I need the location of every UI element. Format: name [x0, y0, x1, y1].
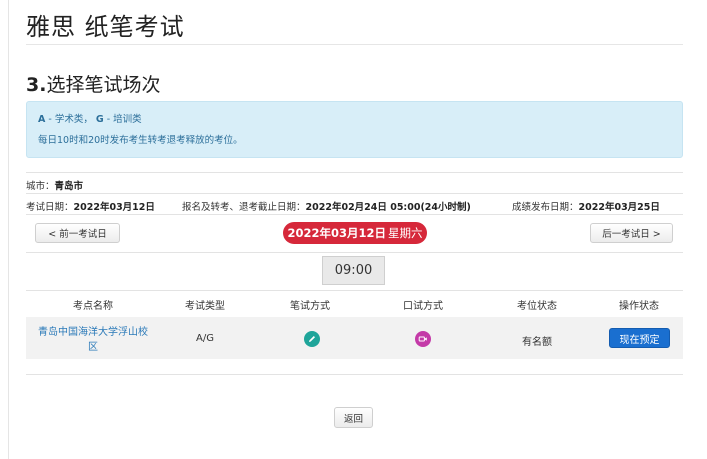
divider	[26, 290, 683, 291]
header-oral-mode: 口试方式	[403, 301, 443, 312]
result-date-value: 2022年03月25日	[578, 202, 660, 213]
header-seat-status: 考位状态	[517, 301, 557, 312]
exam-date-info: 考试日期：2022年03月12日	[26, 199, 155, 213]
result-date-info: 成绩发布日期：2022年03月25日	[512, 199, 660, 213]
venue-name-line2: 区	[88, 342, 98, 353]
seat-status-cell: 有名额	[522, 337, 552, 348]
left-border	[8, 0, 9, 459]
pencil-icon-glyph	[309, 336, 315, 342]
general-text: - 培训类	[103, 114, 142, 125]
prev-exam-date-button[interactable]: < 前一考试日	[35, 223, 120, 243]
exam-type-cell: A/G	[196, 333, 214, 344]
result-date-label: 成绩发布日期：	[512, 202, 579, 213]
city-label: 城市：	[26, 181, 55, 192]
current-date-badge: 2022年03月12日 星期六	[283, 222, 427, 244]
deadline-label: 报名及转考、退考截止日期：	[182, 202, 306, 213]
pencil-icon	[304, 331, 320, 347]
back-button[interactable]: 返回	[334, 407, 373, 428]
page-title: 雅思 纸笔考试	[26, 13, 185, 41]
divider	[26, 374, 683, 375]
release-notice: 每日10时和20时发布考生转考退考释放的考位。	[38, 135, 243, 146]
divider	[26, 252, 683, 253]
header-written-mode: 笔试方式	[290, 301, 330, 312]
divider	[26, 214, 683, 215]
section-number: 3.	[26, 74, 47, 96]
next-exam-date-button[interactable]: 后一考试日 >	[590, 223, 673, 243]
deadline-value: 2022年02月24日 05:00(24小时制)	[305, 202, 471, 213]
current-weekday: 星期六	[388, 226, 423, 240]
general-code: G	[95, 114, 104, 125]
divider	[26, 172, 683, 173]
deadline-info: 报名及转考、退考截止日期：2022年02月24日 05:00(24小时制)	[182, 199, 471, 213]
section-title: 3.选择笔试场次	[26, 70, 160, 97]
academic-text: - 学术类，	[45, 114, 93, 125]
video-camera-icon	[415, 331, 431, 347]
header-action: 操作状态	[619, 301, 659, 312]
book-now-button[interactable]: 现在预定	[609, 328, 670, 348]
city-value: 青岛市	[54, 181, 84, 192]
video-camera-icon-glyph	[418, 336, 427, 342]
divider	[26, 193, 683, 194]
exam-date-value: 2022年03月12日	[73, 202, 155, 213]
info-box: A - 学术类， G - 培训类 每日10时和20时发布考生转考退考释放的考位。	[26, 101, 683, 158]
current-date: 2022年03月12日	[287, 226, 386, 240]
section-label: 选择笔试场次	[46, 74, 161, 96]
header-venue: 考点名称	[73, 301, 113, 312]
venue-name-line1: 青岛中国海洋大学浮山校	[38, 327, 148, 338]
city-info: 城市：青岛市	[26, 178, 83, 192]
title-divider	[26, 44, 683, 45]
session-time-button[interactable]: 09:00	[322, 256, 385, 285]
exam-date-label: 考试日期：	[26, 202, 74, 213]
exam-type-legend: A - 学术类， G - 培训类	[38, 111, 142, 125]
header-exam-type: 考试类型	[185, 301, 225, 312]
venue-link[interactable]: 青岛中国海洋大学浮山校区	[34, 325, 152, 355]
